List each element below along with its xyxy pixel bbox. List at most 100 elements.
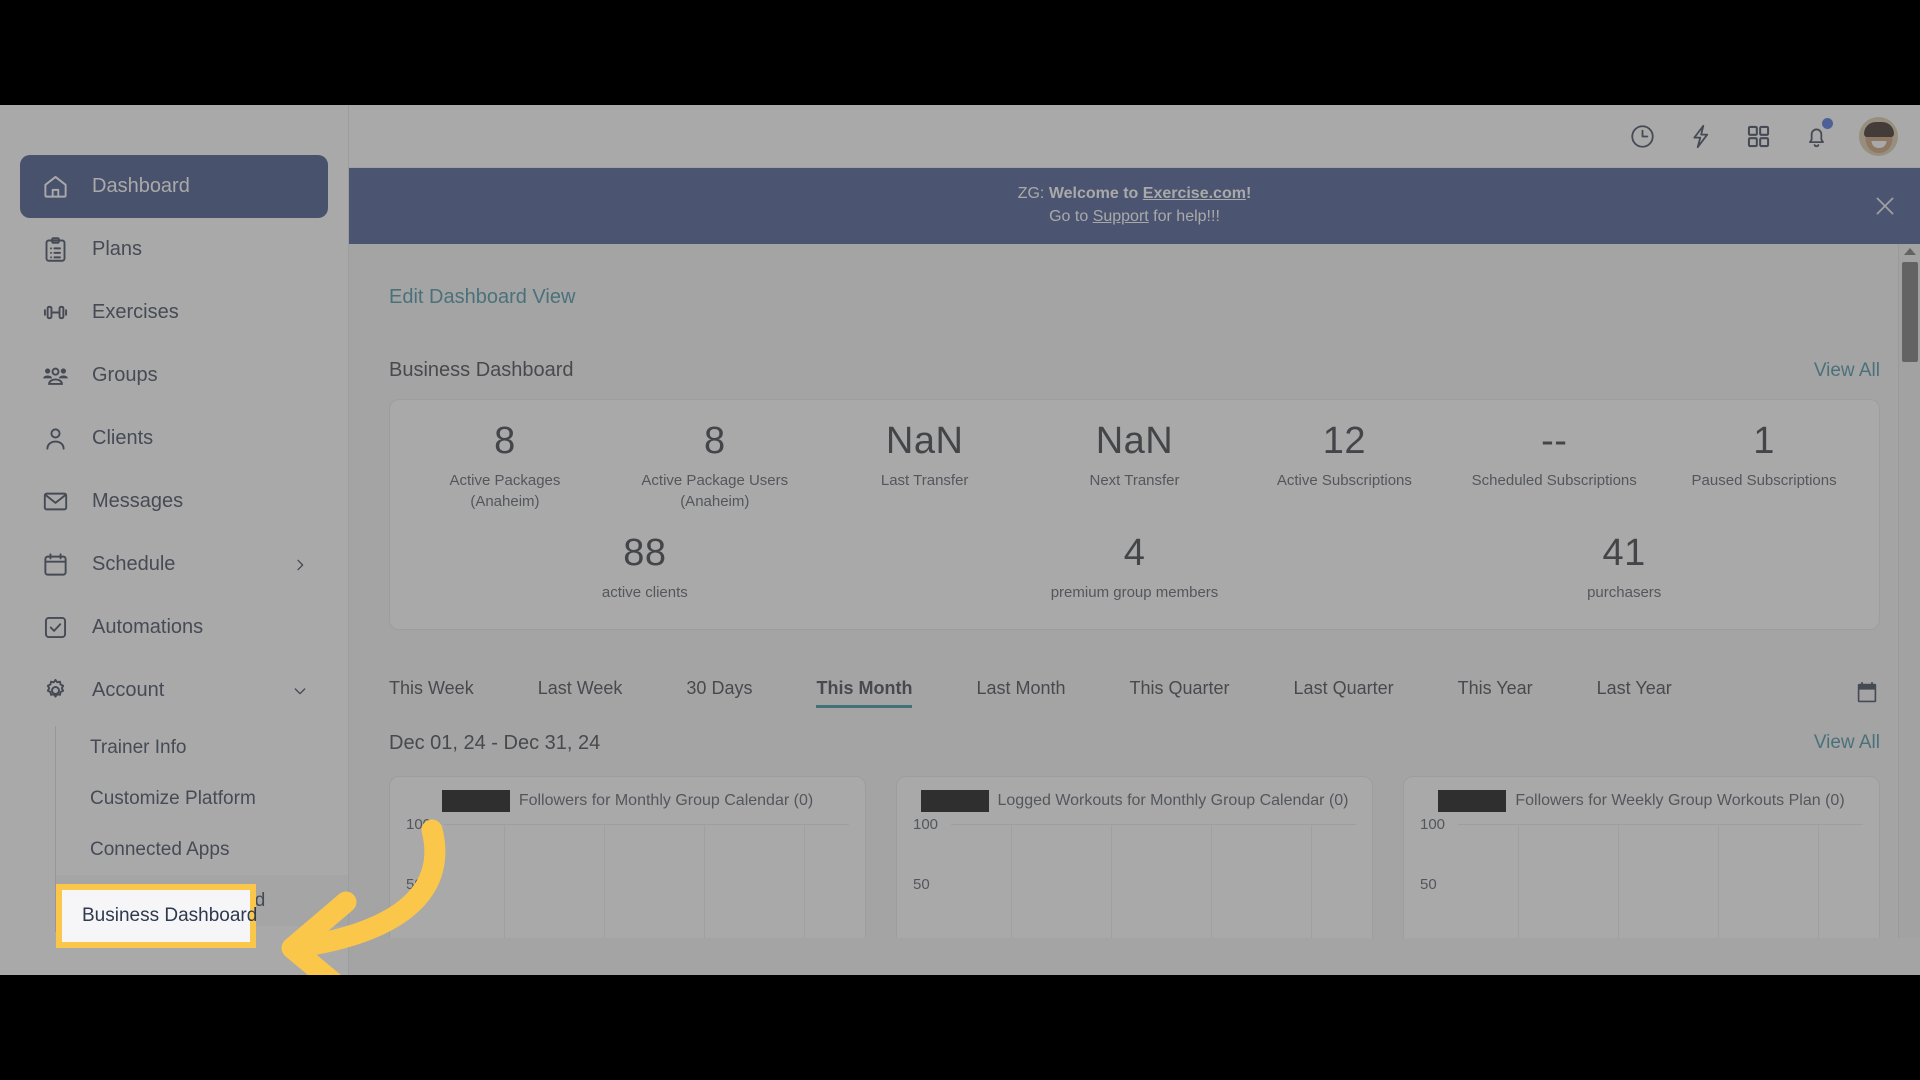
stat-label-text: Last Transfer [880, 472, 969, 490]
stat-label: Active Subscriptions [1243, 471, 1445, 491]
banner-line-1: ZG: Welcome to Exercise.com! [349, 182, 1920, 205]
date-range-tabs: This Week Last Week 30 Days This Month L… [389, 678, 1880, 708]
view-all-link-stats[interactable]: View All [1814, 360, 1880, 382]
chart-title: Followers for Weekly Group Workouts Plan… [1515, 791, 1845, 809]
clock-icon[interactable] [1613, 111, 1671, 161]
business-dashboard-section-header: Business Dashboard View All [389, 359, 1880, 382]
avatar-hair [1863, 122, 1894, 138]
stat-label-text: Next Transfer [1089, 472, 1180, 490]
stat-label-text: Active Packages [449, 472, 561, 490]
exercise-link[interactable]: Exercise.com [1143, 185, 1246, 202]
stat-label-text: Active Package Users [641, 472, 789, 490]
chevron-right-icon [292, 557, 308, 573]
highlight-box-business-dashboard: Business Dashboard [56, 884, 257, 948]
tab-this-month[interactable]: This Month [816, 678, 912, 708]
stat-purchasers: 41 purchasers [1379, 531, 1869, 603]
lightning-icon[interactable] [1671, 111, 1729, 161]
grid-apps-icon[interactable] [1729, 111, 1787, 161]
y-tick-50: 50 [913, 875, 930, 893]
clipboard-icon [38, 233, 72, 267]
stat-label: premium group members [1050, 583, 1219, 601]
sidebar-item-messages[interactable]: Messages [20, 470, 328, 533]
calendar-picker-icon[interactable] [1854, 680, 1880, 706]
stat-value: 12 [1322, 420, 1366, 463]
stat-paused-subscriptions: 1 Paused Subscriptions [1659, 420, 1869, 491]
support-link[interactable]: Support [1093, 208, 1149, 225]
chart-card-logged-workouts-monthly-calendar[interactable]: Logged Workouts for Monthly Group Calend… [896, 775, 1373, 939]
scroll-up-arrow-icon[interactable] [1903, 248, 1916, 256]
chevron-down-icon [292, 683, 308, 699]
sidebar-item-groups[interactable]: Groups [20, 344, 328, 407]
stat-value: 41 [1602, 531, 1646, 574]
sidebar-item-account[interactable]: Account [20, 659, 328, 722]
stat-sublabel: (Anaheim) [680, 492, 750, 510]
sidebar-item-label: Clients [92, 427, 154, 449]
stat-value: 8 [703, 420, 726, 463]
stat-next-transfer: NaN Next Transfer [1030, 421, 1240, 491]
main-scroll-area[interactable]: Edit Dashboard View Business Dashboard V… [349, 244, 1920, 939]
stat-active-subscriptions: 12 Active Subscriptions [1239, 420, 1449, 491]
sidebar-item-schedule[interactable]: Schedule [20, 533, 328, 596]
sidebar-item-automations[interactable]: Automations [20, 596, 328, 659]
date-range-row: Dec 01, 24 - Dec 31, 24 View All [389, 732, 1880, 755]
tab-last-month[interactable]: Last Month [976, 678, 1065, 708]
stat-label-text: Scheduled Subscriptions [1471, 472, 1637, 490]
stat-scheduled-subscriptions: -- Scheduled Subscriptions [1449, 420, 1659, 491]
stat-last-transfer: NaN Last Transfer [820, 421, 1030, 491]
chart-title: Logged Workouts for Monthly Group Calend… [997, 791, 1349, 809]
y-tick-100: 100 [913, 815, 939, 833]
stat-label: Last Transfer [824, 471, 1026, 491]
stat-value: -- [1541, 420, 1568, 463]
banner-line2-post: for help!!! [1148, 208, 1220, 226]
letterbox-top [0, 0, 1920, 105]
dumbbell-icon [38, 296, 72, 330]
sidebar-item-label: Exercises [92, 301, 179, 323]
tab-this-quarter[interactable]: This Quarter [1130, 678, 1230, 708]
sidebar-item-dashboard[interactable]: Dashboard [20, 155, 328, 218]
edit-dashboard-view-link[interactable]: Edit Dashboard View [389, 286, 575, 309]
y-tick-50: 50 [1420, 875, 1437, 893]
tab-30-days[interactable]: 30 Days [686, 678, 752, 708]
view-all-link-charts[interactable]: View All [1814, 732, 1880, 754]
banner-prefix: ZG: [1017, 185, 1049, 202]
stat-label: Next Transfer [1034, 471, 1236, 491]
stat-active-clients: 88 active clients [400, 533, 890, 603]
avatar[interactable] [1859, 116, 1898, 156]
tab-this-year[interactable]: This Year [1458, 678, 1533, 708]
tab-this-week[interactable]: This Week [389, 678, 474, 708]
stats-card: 8 Active Packages (Anaheim) 8 Active Pack… [389, 399, 1880, 630]
tab-last-week[interactable]: Last Week [538, 678, 623, 708]
vertical-scrollbar[interactable] [1898, 244, 1920, 939]
chart-plot-area: 100 50 [913, 816, 1356, 939]
tab-last-quarter[interactable]: Last Quarter [1294, 678, 1394, 708]
scrollbar-thumb[interactable] [1902, 262, 1918, 363]
screenshot-root: Dashboard Plans Exercises Groups Clients… [0, 0, 1920, 1080]
calendar-icon [38, 548, 72, 582]
top-header-bar [349, 105, 1920, 168]
stat-label-text: Active Subscriptions [1276, 472, 1412, 490]
stat-label: purchasers [1587, 583, 1662, 601]
close-icon[interactable] [1872, 193, 1898, 219]
sidebar-item-exercises[interactable]: Exercises [20, 281, 328, 344]
welcome-banner: ZG: Welcome to Exercise.com! Go to Suppo… [349, 168, 1920, 245]
stat-label: Scheduled Subscriptions [1453, 471, 1655, 491]
sidebar-item-label: Schedule [92, 553, 176, 575]
bell-icon[interactable] [1787, 111, 1845, 161]
person-icon [38, 422, 72, 456]
sidebar-item-plans[interactable]: Plans [20, 218, 328, 281]
dashboard-content: Edit Dashboard View Business Dashboard V… [349, 244, 1920, 939]
main-area: ZG: Welcome to Exercise.com! Go to Suppo… [349, 105, 1920, 975]
tab-last-year[interactable]: Last Year [1597, 678, 1672, 708]
chart-plot-area: 100 50 [1420, 816, 1863, 939]
home-icon [38, 170, 72, 204]
redaction-block [920, 789, 989, 812]
sidebar-item-clients[interactable]: Clients [20, 407, 328, 470]
envelope-icon [38, 485, 72, 519]
sidebar-item-label: Groups [92, 364, 158, 386]
stat-value: 1 [1753, 420, 1775, 463]
sidebar-item-trainer-info[interactable]: Trainer Info [55, 722, 348, 773]
notification-badge [1822, 118, 1833, 129]
chart-card-followers-weekly-plan[interactable]: Followers for Weekly Group Workouts Plan… [1403, 775, 1880, 939]
banner-line2-pre: Go to [1049, 208, 1093, 226]
date-range-label: Dec 01, 24 - Dec 31, 24 [389, 731, 601, 754]
